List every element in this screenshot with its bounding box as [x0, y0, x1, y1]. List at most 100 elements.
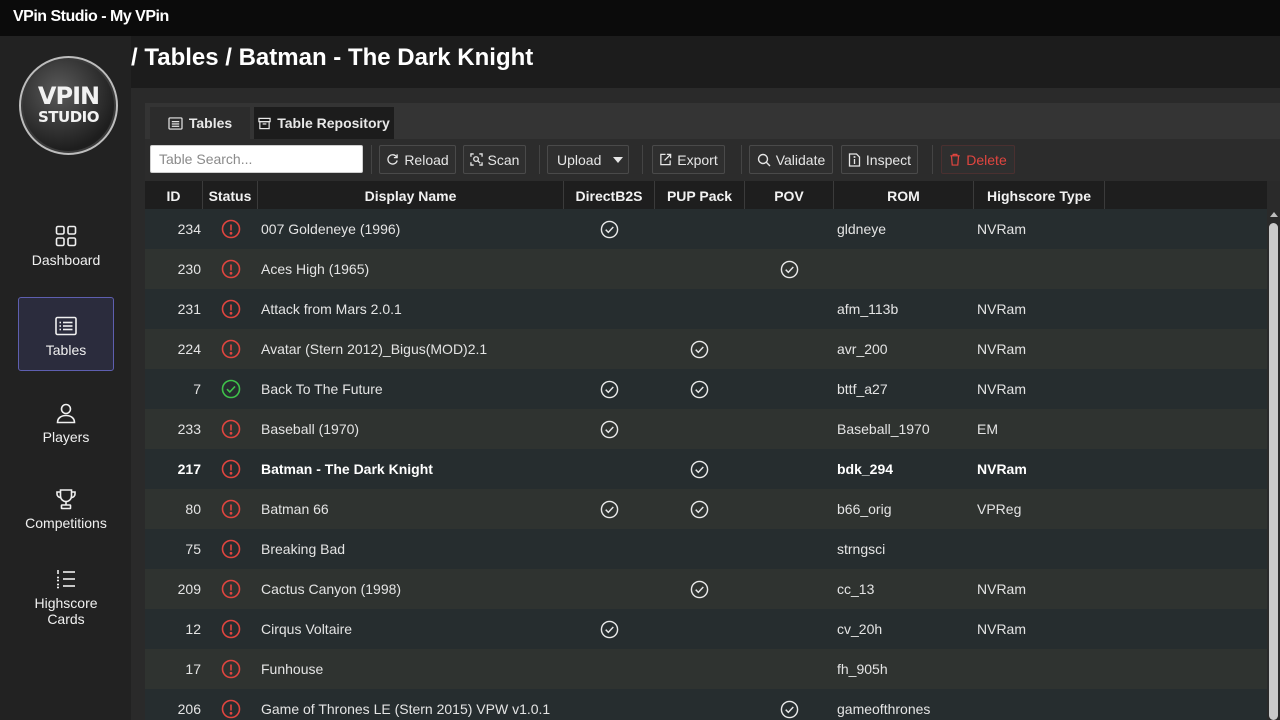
- validate-button[interactable]: Validate: [749, 145, 833, 174]
- pov-empty: [778, 649, 800, 689]
- sidebar-item-label: Tables: [45, 342, 87, 358]
- directb2s-empty: [598, 329, 620, 369]
- pov-empty: [778, 569, 800, 609]
- tab-label: Table Repository: [277, 115, 390, 131]
- cell-rom: afm_113b: [837, 301, 899, 317]
- table-body: 234 007 Goldeneye (1996) gldneye NVRam 230 Ac…: [145, 209, 1267, 720]
- directb2s-empty: [598, 529, 620, 569]
- status-error-icon: [219, 489, 243, 529]
- directb2s-empty: [598, 689, 620, 720]
- cell-display-name: Breaking Bad: [261, 541, 346, 557]
- column-header-display-name[interactable]: Display Name: [258, 181, 564, 211]
- cell-rom: bttf_a27: [837, 381, 888, 397]
- table-row[interactable]: 7 Back To The Future bttf_a27 NVRam: [145, 369, 1267, 409]
- column-header-rom[interactable]: ROM: [834, 181, 974, 211]
- title-bar: VPin Studio - My VPin: [0, 0, 1280, 36]
- delete-button[interactable]: Delete: [941, 145, 1015, 174]
- table-row[interactable]: 209 Cactus Canyon (1998) cc_13 NVRam: [145, 569, 1267, 609]
- sidebar-item-label: Players: [42, 429, 90, 445]
- button-label: Reload: [404, 151, 449, 168]
- export-icon: [660, 153, 672, 166]
- sidebar-item-dashboard[interactable]: Dashboard: [18, 224, 114, 272]
- table-row[interactable]: 230 Aces High (1965): [145, 249, 1267, 289]
- scan-button[interactable]: Scan: [463, 145, 526, 174]
- pup-pack-check-icon: [688, 489, 710, 529]
- cell-display-name: Attack from Mars 2.0.1: [261, 301, 402, 317]
- cell-highscore-type: NVRam: [977, 621, 1027, 637]
- status-error-icon: [219, 289, 243, 329]
- cell-rom: [837, 249, 967, 289]
- sidebar-item-competitions[interactable]: Competitions: [18, 487, 114, 535]
- table-row[interactable]: 206 Game of Thrones LE (Stern 2015) VPW v…: [145, 689, 1267, 720]
- status-error-icon: [219, 329, 243, 369]
- column-header-directb2s[interactable]: DirectB2S: [564, 181, 655, 211]
- directb2s-empty: [598, 449, 620, 489]
- cell-display-name: Cirqus Voltaire: [261, 621, 353, 637]
- pov-empty: [778, 329, 800, 369]
- grid-icon: [55, 225, 77, 247]
- cell-display-name: 007 Goldeneye (1996): [261, 221, 401, 237]
- tab-tables[interactable]: Tables: [150, 107, 250, 139]
- pup-pack-check-icon: [688, 369, 710, 409]
- directb2s-check-icon: [598, 369, 620, 409]
- table-row[interactable]: 217 Batman - The Dark Knight bdk_294 NVRam: [145, 449, 1267, 489]
- sidebar-item-highscore-cards[interactable]: Highscore Cards: [18, 567, 114, 631]
- toolbar-separator: [371, 145, 372, 174]
- cell-highscore-type: NVRam: [977, 461, 1027, 477]
- upload-dropdown[interactable]: Upload: [547, 145, 629, 174]
- directb2s-empty: [598, 249, 620, 289]
- cell-rom: gameofthrones: [837, 701, 931, 717]
- directb2s-check-icon: [598, 209, 620, 249]
- cell-highscore-type: VPReg: [977, 501, 1022, 517]
- table-row[interactable]: 231 Attack from Mars 2.0.1 afm_113b NVRam: [145, 289, 1267, 329]
- column-header-pov[interactable]: POV: [745, 181, 834, 211]
- status-error-icon: [219, 449, 243, 489]
- table-row[interactable]: 233 Baseball (1970) Baseball_1970 EM: [145, 409, 1267, 449]
- person-icon: [56, 403, 76, 424]
- directb2s-check-icon: [598, 489, 620, 529]
- cell-highscore-type: NVRam: [977, 301, 1027, 317]
- toolbar-separator: [642, 145, 643, 174]
- cell-highscore-type: [977, 249, 1097, 289]
- column-header-pup-pack[interactable]: PUP Pack: [655, 181, 745, 211]
- column-header-id[interactable]: ID: [145, 181, 203, 211]
- sidebar-item-tables[interactable]: Tables: [18, 297, 114, 371]
- status-error-icon: [219, 409, 243, 449]
- window-title: VPin Studio - My VPin: [13, 8, 169, 25]
- cell-id: 224: [177, 341, 201, 357]
- vpin-studio-logo: VPIN STUDIO: [19, 56, 118, 155]
- column-header-status[interactable]: Status: [203, 181, 258, 211]
- cell-rom: avr_200: [837, 341, 888, 357]
- cell-id: 206: [177, 701, 201, 717]
- table-row[interactable]: 224 Avatar (Stern 2012)_Bigus(MOD)2.1 avr_…: [145, 329, 1267, 369]
- table-row[interactable]: 12 Cirqus Voltaire cv_20h NVRam: [145, 609, 1267, 649]
- inspect-button[interactable]: Inspect: [841, 145, 918, 174]
- pup-pack-empty: [688, 649, 710, 689]
- sidebar-item-label: Competitions: [25, 515, 107, 531]
- table-row[interactable]: 75 Breaking Bad strngsci: [145, 529, 1267, 569]
- pov-check-icon: [778, 249, 800, 289]
- reload-button[interactable]: Reload: [379, 145, 456, 174]
- table-search-input[interactable]: [150, 145, 363, 173]
- button-label: Export: [677, 151, 718, 168]
- pov-empty: [778, 369, 800, 409]
- tab-table-repository[interactable]: Table Repository: [254, 107, 394, 139]
- table-row[interactable]: 17 Funhouse fh_905h: [145, 649, 1267, 689]
- directb2s-empty: [598, 289, 620, 329]
- cell-id: 234: [177, 221, 201, 237]
- scrollbar-thumb[interactable]: [1269, 223, 1278, 720]
- chevron-down-icon: [613, 156, 624, 163]
- directb2s-check-icon: [598, 409, 620, 449]
- export-button[interactable]: Export: [652, 145, 725, 174]
- scroll-up-icon[interactable]: [1270, 212, 1278, 217]
- cell-id: 17: [185, 661, 201, 677]
- table-row[interactable]: 80 Batman 66 b66_orig VPReg: [145, 489, 1267, 529]
- column-header-highscore-type[interactable]: Highscore Type: [974, 181, 1105, 211]
- status-error-icon: [219, 209, 243, 249]
- sidebar-item-players[interactable]: Players: [18, 401, 114, 449]
- table-row[interactable]: 234 007 Goldeneye (1996) gldneye NVRam: [145, 209, 1267, 249]
- reload-icon: [387, 154, 399, 165]
- cell-display-name: Cactus Canyon (1998): [261, 581, 402, 597]
- button-label: Scan: [487, 151, 520, 168]
- cell-rom: cv_20h: [837, 621, 883, 637]
